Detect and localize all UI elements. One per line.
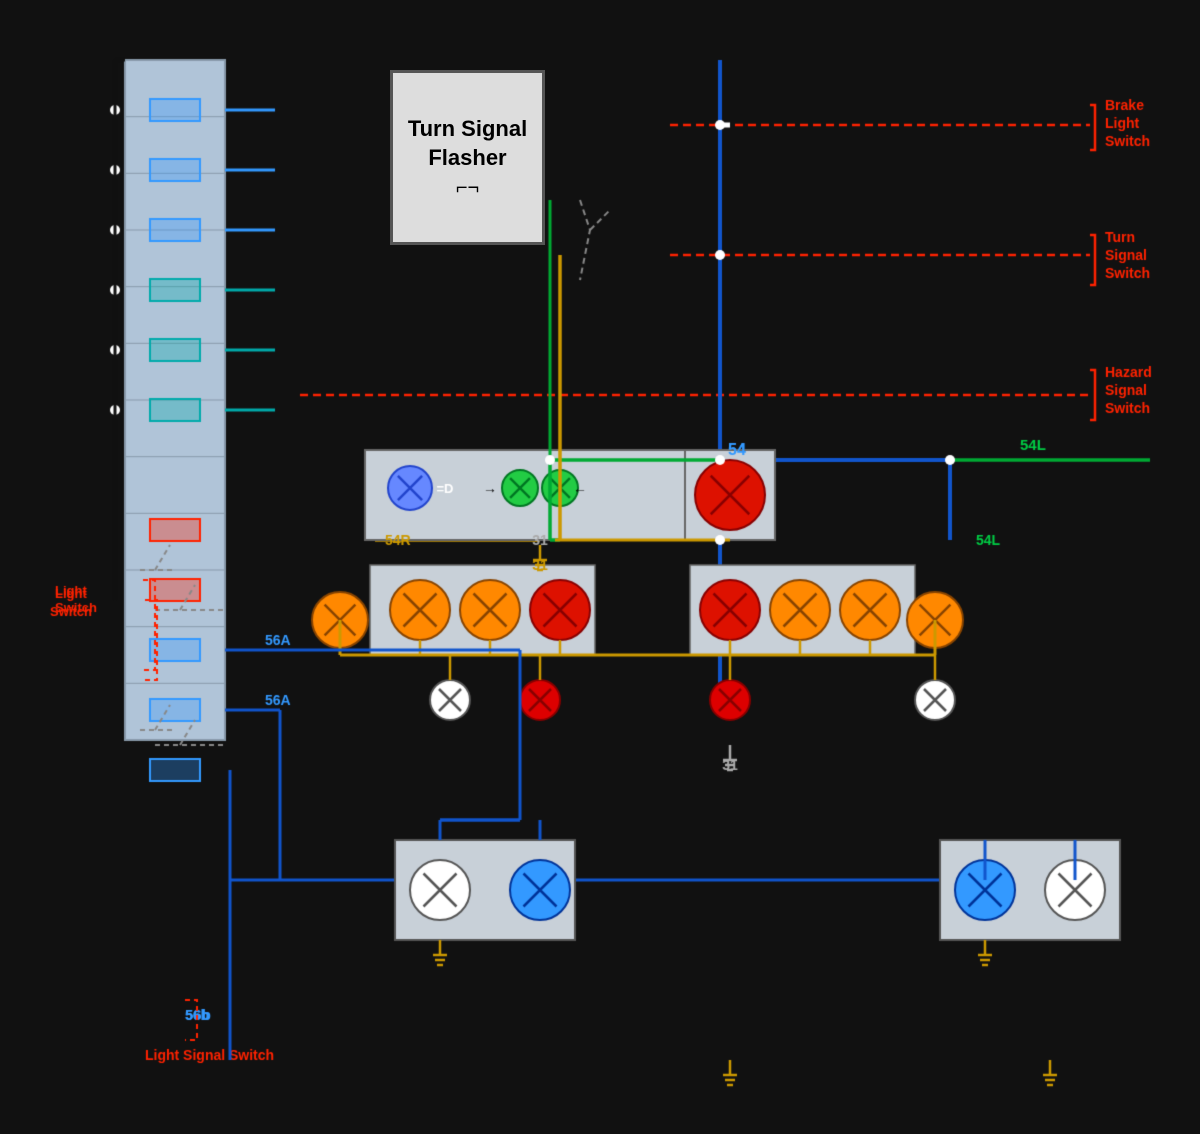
flasher-box: Turn Signal Flasher ⌐¬ [390, 70, 545, 245]
flasher-symbol: ⌐¬ [456, 177, 479, 200]
flasher-label: Turn Signal Flasher [393, 115, 542, 172]
